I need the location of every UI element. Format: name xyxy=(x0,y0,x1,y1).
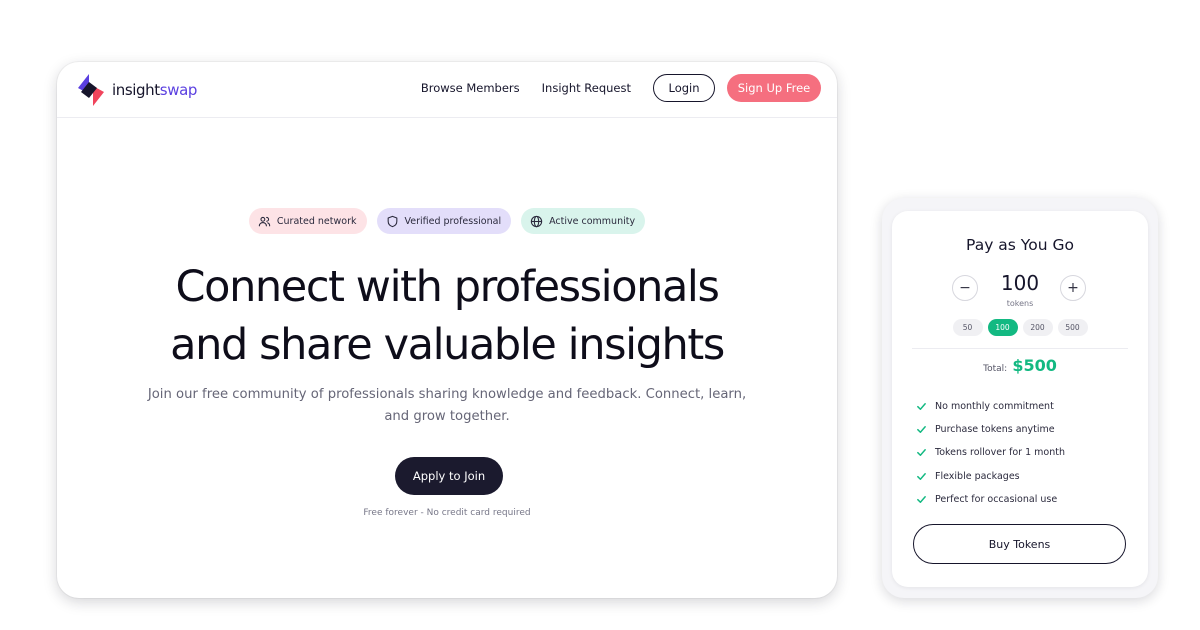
preset-200[interactable]: 200 xyxy=(1022,319,1053,336)
hero-title-line-2: and share valuable insights xyxy=(170,320,725,370)
total-row: Total: $500 xyxy=(892,356,1148,375)
preset-500[interactable]: 500 xyxy=(1057,319,1088,336)
total-value: $500 xyxy=(1012,356,1057,375)
feature-badges: Curated network Verified professional Ac… xyxy=(57,208,837,234)
globe-icon xyxy=(530,215,543,227)
check-icon xyxy=(917,449,926,457)
feature-label: No monthly commitment xyxy=(935,401,1054,413)
pricing-card: Pay as You Go − 100 tokens + 50 100 200 … xyxy=(892,211,1148,587)
badge-verified-professional: Verified professional xyxy=(376,208,512,234)
pricing-card-frame: Pay as You Go − 100 tokens + 50 100 200 … xyxy=(882,198,1158,598)
apply-to-join-button[interactable]: Apply to Join xyxy=(395,457,503,495)
buy-tokens-button[interactable]: Buy Tokens xyxy=(913,524,1126,564)
landing-page-window: insightswap Browse Members Insight Reque… xyxy=(57,62,837,598)
feature-item: Purchase tokens anytime xyxy=(916,418,1136,441)
insightswap-logo-icon xyxy=(78,74,104,106)
badge-label: Active community xyxy=(549,215,636,227)
badge-label: Curated network xyxy=(276,215,357,227)
top-navbar: insightswap Browse Members Insight Reque… xyxy=(57,62,837,118)
increment-button[interactable]: + xyxy=(1060,275,1086,301)
feature-item: Perfect for occasional use xyxy=(916,488,1136,511)
hero-title-line-1: Connect with professionals xyxy=(175,262,720,312)
hero-title: Connect with professionals and share val… xyxy=(57,258,837,374)
token-unit-label: tokens xyxy=(1006,299,1034,308)
nav-links: Browse Members Insight Request Login Sig… xyxy=(421,74,821,102)
feature-label: Flexible packages xyxy=(935,470,1020,482)
brand-logo[interactable]: insightswap xyxy=(75,72,197,108)
shield-icon xyxy=(387,215,397,227)
pricing-title: Pay as You Go xyxy=(966,236,1074,254)
login-button[interactable]: Login xyxy=(653,74,715,102)
feature-item: Tokens rollover for 1 month xyxy=(916,441,1136,464)
nav-link-browse-members[interactable]: Browse Members xyxy=(421,81,520,95)
decrement-button[interactable]: − xyxy=(952,275,978,301)
badge-curated-network: Curated network xyxy=(248,208,367,234)
feature-label: Tokens rollover for 1 month xyxy=(935,447,1065,459)
token-count: 100 xyxy=(1000,271,1040,295)
preset-100[interactable]: 100 xyxy=(987,319,1018,336)
check-icon xyxy=(917,403,926,411)
feature-item: Flexible packages xyxy=(916,465,1136,488)
feature-label: Perfect for occasional use xyxy=(935,493,1058,505)
signup-button[interactable]: Sign Up Free xyxy=(727,74,821,102)
divider xyxy=(912,348,1128,349)
preset-50[interactable]: 50 xyxy=(952,319,983,336)
badge-label: Verified professional xyxy=(404,215,502,227)
hero-note: Free forever - No credit card required xyxy=(363,508,531,518)
total-label: Total: xyxy=(983,364,1008,374)
check-icon xyxy=(917,495,926,503)
token-presets: 50 100 200 500 xyxy=(892,319,1148,336)
brand-name: insightswap xyxy=(112,81,197,99)
badge-active-community: Active community xyxy=(521,208,646,234)
nav-link-insight-request[interactable]: Insight Request xyxy=(542,81,631,95)
hero-subtitle: Join our free community of professionals… xyxy=(147,387,747,424)
check-icon xyxy=(917,472,926,480)
feature-label: Purchase tokens anytime xyxy=(935,424,1055,436)
feature-item: No monthly commitment xyxy=(916,395,1136,418)
feature-list: No monthly commitment Purchase tokens an… xyxy=(916,395,1136,511)
check-icon xyxy=(917,426,926,434)
users-icon xyxy=(258,216,271,226)
